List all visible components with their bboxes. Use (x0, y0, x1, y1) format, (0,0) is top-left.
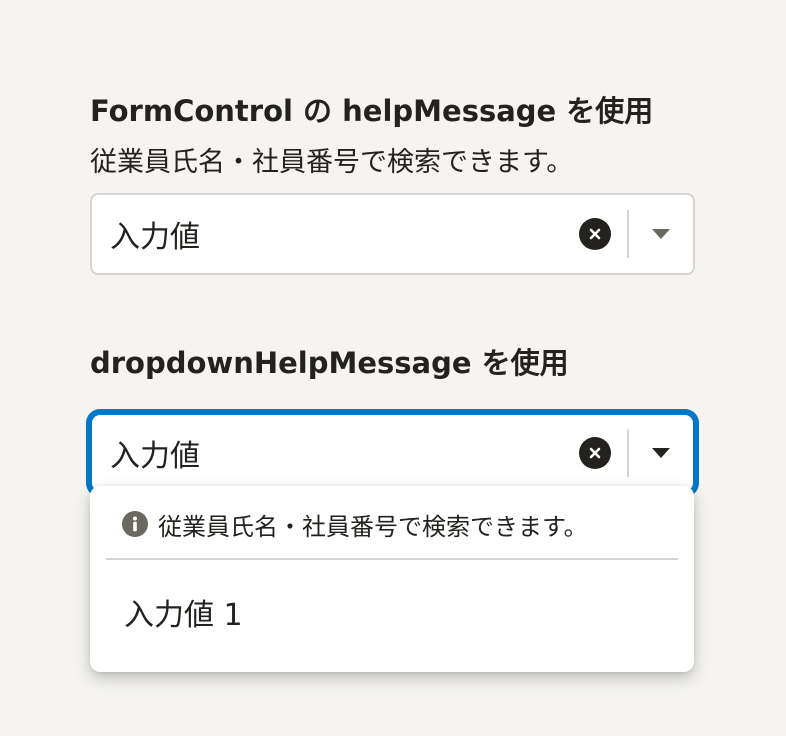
caret-down-icon (652, 229, 670, 239)
dropdown-help-text: 従業員氏名・社員番号で検索できます。 (158, 512, 588, 541)
dropdown-help-message: 従業員氏名・社員番号で検索できます。 (122, 506, 588, 542)
caret-down-icon (652, 448, 670, 458)
dropdown-divider (106, 558, 678, 560)
combobox-dropdown-help[interactable]: 入力値 (90, 413, 695, 493)
section-title-form-control: FormControl の helpMessage を使用 (90, 94, 654, 128)
dropdown-option[interactable]: 入力値 1 (90, 576, 694, 648)
clear-icon[interactable] (579, 437, 611, 469)
dropdown-list: 従業員氏名・社員番号で検索できます。 入力値 1 (90, 486, 694, 672)
info-icon (122, 511, 148, 537)
combobox-form-control[interactable]: 入力値 (90, 193, 695, 275)
dropdown-toggle-button[interactable] (629, 195, 693, 273)
combobox-value[interactable]: 入力値 (110, 195, 200, 273)
section-title-dropdown-help: dropdownHelpMessage を使用 (90, 346, 569, 380)
dropdown-toggle-button[interactable] (629, 415, 693, 491)
combobox-value[interactable]: 入力値 (110, 415, 200, 491)
help-message: 従業員氏名・社員番号で検索できます。 (90, 147, 574, 178)
clear-icon[interactable] (579, 218, 611, 250)
